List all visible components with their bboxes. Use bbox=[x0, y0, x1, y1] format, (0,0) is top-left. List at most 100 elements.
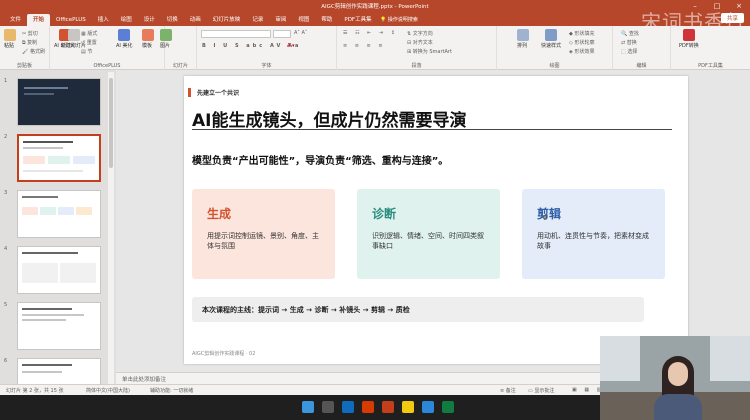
group-drawing: 排列 快速样式 ◆ 形状填充 ◇ 形状轮廓 ◈ 形状效果 绘图 bbox=[497, 26, 613, 70]
shape-fill-button[interactable]: ◆ 形状填充 bbox=[569, 30, 594, 37]
group-clipboard: 粘贴 ✂ 剪切 ⧉ 复制 🖌 格式刷 剪贴板 bbox=[0, 26, 50, 70]
accessibility-status[interactable]: 辅助功能: 一切就绪 bbox=[150, 387, 193, 394]
window-title: AIGC剪辑创作实践课程.pptx - PowerPoint bbox=[321, 4, 429, 10]
tab-10[interactable]: 审阅 bbox=[269, 14, 292, 26]
share-button[interactable]: 共享 bbox=[720, 13, 744, 23]
card-body: 用提示词控制运镜、景别、角度、主体与氛围 bbox=[207, 232, 319, 250]
replace-button[interactable]: ⇄ 替换 bbox=[621, 39, 637, 46]
align-buttons[interactable]: ≡ ≡ ≡ ≡ bbox=[343, 43, 386, 49]
tab-2[interactable]: OfficePLUS bbox=[50, 14, 92, 26]
ribbon: 粘贴 ✂ 剪切 ⧉ 复制 🖌 格式刷 剪贴板 AI 幻灯片 AI 美化 模板 图… bbox=[0, 26, 750, 70]
task-view-icon[interactable] bbox=[322, 401, 334, 413]
template-button[interactable]: 模板 bbox=[142, 29, 154, 49]
slide-headline[interactable]: AI能生成镜头，但成片仍然需要导演 bbox=[192, 106, 466, 131]
accent-bar bbox=[188, 88, 191, 97]
paste-button[interactable]: 粘贴 bbox=[4, 29, 16, 49]
slide-thumbnail-pane: 1 2 3 4 5 6 bbox=[0, 70, 116, 392]
list-buttons[interactable]: ☰ ☷ ⇤ ⇥ ↕ bbox=[343, 30, 398, 36]
slide-kicker[interactable]: 先建立一个共识 bbox=[197, 88, 239, 97]
card-edit[interactable]: 剪辑 用动机、连贯性与节奏，把素材变成故事 bbox=[522, 189, 665, 279]
shape-outline-button[interactable]: ◇ 形状轮廓 bbox=[569, 39, 594, 46]
grow-font-button[interactable]: A˄ A˅ bbox=[294, 30, 307, 36]
ai-beautify-button[interactable]: AI 美化 bbox=[116, 29, 133, 49]
current-slide[interactable]: 先建立一个共识 AI能生成镜头，但成片仍然需要导演 模型负责“产出可能性”，导演… bbox=[184, 76, 688, 364]
tab-13[interactable]: PDF工具集 bbox=[338, 14, 377, 26]
card-diagnose[interactable]: 诊断 识别逻辑、情绪、空间、时间四类叙事缺口 bbox=[357, 189, 500, 279]
format-painter-button[interactable]: 🖌 格式刷 bbox=[22, 48, 45, 55]
smartart-button[interactable]: ⊞ 转换为 SmartArt bbox=[407, 48, 452, 55]
powerpoint-taskbar-icon[interactable] bbox=[382, 401, 394, 413]
cut-button[interactable]: ✂ 剪切 bbox=[22, 30, 38, 37]
slide-thumbnail-4[interactable] bbox=[17, 246, 101, 294]
reset-button[interactable]: ↺ 重置 bbox=[81, 39, 97, 46]
lightbulb-icon: 💡 bbox=[380, 17, 387, 23]
slide-thumbnail-2[interactable] bbox=[17, 134, 101, 182]
slide-subtitle[interactable]: 模型负责“产出可能性”，导演负责“筛选、重构与连接”。 bbox=[192, 152, 448, 167]
app-icon[interactable] bbox=[422, 401, 434, 413]
headline-divider bbox=[192, 129, 672, 130]
presenter-face bbox=[668, 362, 688, 386]
mouse-cursor-icon: ✥ bbox=[542, 214, 548, 222]
search-hint[interactable]: 💡 操作说明搜索 bbox=[380, 16, 418, 23]
slide-editing-canvas: 先建立一个共识 AI能生成镜头，但成片仍然需要导演 模型负责“产出可能性”，导演… bbox=[116, 70, 750, 372]
scrollbar-thumb[interactable] bbox=[109, 78, 113, 168]
group-editing: 🔍 查找 ⇄ 替换 ⬚ 选择 编辑 bbox=[613, 26, 671, 70]
tab-1[interactable]: 开始 bbox=[27, 14, 51, 26]
slide-thumbnail-1[interactable] bbox=[17, 78, 101, 126]
card-body: 识别逻辑、情绪、空间、时间四类叙事缺口 bbox=[372, 232, 484, 250]
shape-effects-button[interactable]: ◈ 形状效果 bbox=[569, 48, 594, 55]
file-explorer-icon[interactable] bbox=[402, 401, 414, 413]
quick-styles-button[interactable]: 快速样式 bbox=[541, 29, 561, 49]
slide-thumbnail-5[interactable] bbox=[17, 302, 101, 350]
tab-3[interactable]: 插入 bbox=[92, 14, 115, 26]
tab-8[interactable]: 幻灯片放映 bbox=[207, 14, 247, 26]
font-family-select[interactable] bbox=[201, 30, 271, 38]
app-icon[interactable] bbox=[362, 401, 374, 413]
find-button[interactable]: 🔍 查找 bbox=[621, 30, 639, 37]
app-icon[interactable] bbox=[442, 401, 454, 413]
tab-4[interactable]: 绘图 bbox=[115, 14, 138, 26]
section-button[interactable]: ▤ 节 bbox=[81, 48, 92, 55]
group-font: A˄ A˅ B I U S abc AV Aa A ▾ 字体 bbox=[197, 26, 337, 70]
course-flow-box[interactable]: 本次课程的主线：提示词 → 生成 → 诊断 → 补镜头 → 剪辑 → 质检 bbox=[192, 297, 644, 322]
edge-icon[interactable] bbox=[342, 401, 354, 413]
language-indicator[interactable]: 简体中文(中国大陆) bbox=[86, 387, 130, 394]
font-size-select[interactable] bbox=[273, 30, 291, 38]
select-button[interactable]: ⬚ 选择 bbox=[621, 48, 637, 55]
arrange-button[interactable]: 排列 bbox=[517, 29, 529, 49]
group-slides: 新建幻灯片 ▦ 版式 ↺ 重置 ▤ 节 幻灯片 bbox=[61, 26, 197, 70]
presenter-body bbox=[654, 394, 702, 420]
card-title: 诊断 bbox=[372, 207, 397, 221]
title-bar: AIGC剪辑创作实践课程.pptx - PowerPoint – □ × bbox=[0, 0, 750, 12]
tab-9[interactable]: 记录 bbox=[246, 14, 269, 26]
tab-12[interactable]: 帮助 bbox=[315, 14, 338, 26]
paste-icon bbox=[4, 29, 16, 41]
text-direction-button[interactable]: ⇅ 文字方向 bbox=[407, 30, 433, 37]
start-menu-icon[interactable] bbox=[302, 401, 314, 413]
card-title: 剪辑 bbox=[537, 207, 562, 221]
comments-toggle[interactable]: ▭ 显示批注 bbox=[528, 387, 554, 394]
notes-placeholder: 单击此处添加备注 bbox=[122, 377, 167, 383]
card-generate[interactable]: 生成 用提示词控制运镜、景别、角度、主体与氛围 bbox=[192, 189, 335, 279]
notes-toggle[interactable]: ≡ 备注 bbox=[500, 387, 516, 394]
slide-thumbnail-3[interactable] bbox=[17, 190, 101, 238]
tab-0[interactable]: 文件 bbox=[4, 14, 27, 26]
ribbon-tabs: 文件 开始 OfficePLUS 插入 绘图 设计 切换 动画 幻灯片放映 记录 审阅 视图 帮助 PDF… bbox=[0, 12, 750, 26]
thumbnail-scrollbar[interactable] bbox=[108, 72, 114, 388]
slide-footer: AIGC剪辑创作实践课程 · 02 bbox=[192, 351, 256, 357]
group-paragraph: ☰ ☷ ⇤ ⇥ ↕ ⇅ 文字方向 ⊟ 对齐文本 ⊞ 转换为 SmartArt ≡… bbox=[337, 26, 497, 70]
course-flow-text: 本次课程的主线：提示词 → 生成 → 诊断 → 补镜头 → 剪辑 → 质检 bbox=[202, 306, 410, 314]
tab-7[interactable]: 动画 bbox=[184, 14, 207, 26]
slide-counter: 幻灯片 第 2 张，共 15 张 bbox=[6, 388, 64, 394]
layout-button[interactable]: ▦ 版式 bbox=[81, 30, 97, 37]
card-body: 用动机、连贯性与节奏，把素材变成故事 bbox=[537, 232, 649, 250]
webcam-overlay bbox=[600, 336, 750, 420]
pdf-convert-button[interactable]: PDF转换 bbox=[679, 29, 699, 49]
font-color-button[interactable]: A ▾ bbox=[287, 43, 295, 49]
group-pdf: PDF转换 PDF工具集 bbox=[671, 26, 750, 70]
copy-button[interactable]: ⧉ 复制 bbox=[22, 39, 37, 46]
tab-11[interactable]: 视图 bbox=[292, 14, 315, 26]
tab-6[interactable]: 切换 bbox=[161, 14, 184, 26]
align-text-button[interactable]: ⊟ 对齐文本 bbox=[407, 39, 433, 46]
tab-5[interactable]: 设计 bbox=[138, 14, 161, 26]
